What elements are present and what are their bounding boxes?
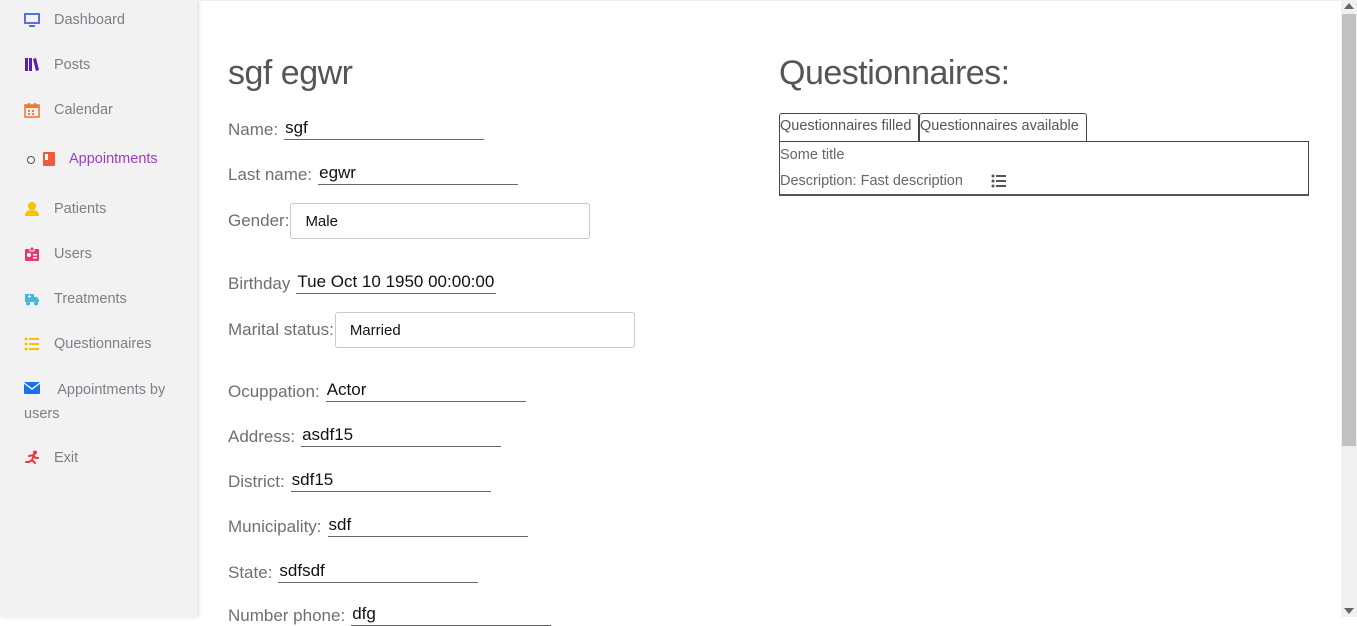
- envelope-icon: [23, 380, 41, 396]
- sidebar-item-users[interactable]: Users: [24, 246, 92, 262]
- books-icon: [24, 57, 40, 73]
- field-state: State: sdfsdf: [228, 561, 479, 583]
- questionnaires-title: Questionnaires:: [779, 54, 1010, 92]
- phone-label: Number phone:: [228, 606, 346, 625]
- sidebar-item-exit[interactable]: Exit: [24, 450, 78, 466]
- monitor-icon: [24, 12, 40, 28]
- field-district: District: sdf15: [228, 470, 491, 492]
- sidebar-item-appointments-by-users[interactable]: Appointments by users: [23, 378, 197, 426]
- truck-icon: [24, 291, 40, 307]
- scroll-down-arrow-icon[interactable]: [1344, 608, 1354, 614]
- book-icon: [41, 151, 57, 167]
- running-icon: [24, 450, 40, 466]
- address-label: Address:: [228, 427, 296, 446]
- field-occupation: Ocuppation: Actor: [228, 380, 526, 402]
- sidebar-item-patients[interactable]: Patients: [24, 201, 106, 217]
- sidebar-item-label: Posts: [54, 57, 91, 73]
- birthday-value: Tue Oct 10 1950 00:00:00: [296, 272, 497, 294]
- field-name: Name: sgf: [228, 118, 485, 140]
- sidebar-item-treatments[interactable]: Treatments: [24, 291, 127, 307]
- sidebar-item-label: Users: [54, 246, 92, 262]
- tab-questionnaires-filled[interactable]: Questionnaires filled: [779, 113, 919, 142]
- user-icon: [24, 201, 40, 217]
- sidebar-item-appointments[interactable]: Appointments: [27, 151, 158, 167]
- phone-value: dfg: [351, 604, 552, 626]
- state-value: sdfsdf: [278, 561, 479, 583]
- scroll-up-arrow-icon[interactable]: [1344, 3, 1354, 9]
- occupation-label: Ocuppation:: [228, 382, 320, 401]
- field-gender: Gender: Male: [228, 203, 591, 239]
- scroll-thumb[interactable]: [1342, 14, 1356, 446]
- marital-status-select[interactable]: Married: [334, 312, 635, 348]
- sidebar-item-questionnaires[interactable]: Questionnaires: [24, 336, 152, 352]
- occupation-value: Actor: [325, 380, 526, 402]
- sidebar-item-label: Questionnaires: [54, 336, 152, 352]
- field-last-name: Last name: egwr: [228, 163, 519, 185]
- scrollbar[interactable]: [1341, 0, 1357, 617]
- page-title: sgf egwr: [228, 54, 353, 92]
- name-label: Name:: [228, 120, 279, 139]
- district-label: District:: [228, 472, 285, 491]
- questionnaire-tabs: Questionnaires filled Questionnaires ava…: [779, 113, 1087, 142]
- field-municipality: Municipality: sdf: [228, 515, 528, 537]
- birthday-label: Birthday: [228, 274, 291, 293]
- gender-label: Gender:: [228, 211, 290, 230]
- last-name-value: egwr: [318, 163, 519, 185]
- sidebar-item-label: Appointments: [69, 151, 158, 167]
- questionnaire-title: Some title: [780, 147, 845, 163]
- district-value: sdf15: [290, 470, 491, 492]
- tab-questionnaires-available[interactable]: Questionnaires available: [919, 113, 1087, 142]
- state-label: State:: [228, 563, 273, 582]
- field-birthday: Birthday Tue Oct 10 1950 00:00:00: [228, 272, 497, 294]
- last-name-label: Last name:: [228, 165, 313, 184]
- sidebar-item-label: Dashboard: [54, 12, 125, 28]
- questionnaire-list-item: Some title Description: Fast description: [779, 141, 1309, 196]
- field-marital-status: Marital status: Married: [228, 312, 635, 348]
- municipality-label: Municipality:: [228, 517, 322, 536]
- sidebar-item-label: Treatments: [54, 291, 127, 307]
- sidebar-item-label: Calendar: [54, 102, 113, 118]
- sidebar-item-posts[interactable]: Posts: [24, 57, 90, 73]
- sidebar-item-label: Patients: [54, 201, 107, 217]
- sidebar-item-label: Appointments by users: [24, 382, 166, 422]
- sidebar: Dashboard Posts Calendar Appointments Pa…: [0, 0, 197, 617]
- field-address: Address: asdf15: [228, 425, 502, 447]
- sidebar-item-calendar[interactable]: Calendar: [24, 102, 113, 118]
- marital-status-label: Marital status:: [228, 320, 334, 339]
- field-phone: Number phone: dfg: [228, 604, 552, 626]
- id-card-icon: [24, 246, 40, 262]
- sidebar-item-label: Exit: [54, 450, 79, 466]
- list-details-icon[interactable]: [991, 173, 1007, 189]
- name-value: sgf: [284, 118, 485, 140]
- main-content: sgf egwr Name: sgf Last name: egwr Gende…: [199, 0, 1341, 626]
- questionnaire-description: Description: Fast description: [780, 173, 963, 189]
- list-icon: [24, 336, 40, 352]
- gender-select[interactable]: Male: [290, 203, 591, 239]
- sidebar-item-dashboard[interactable]: Dashboard: [24, 12, 125, 28]
- calendar-icon: [24, 102, 40, 118]
- municipality-value: sdf: [327, 515, 528, 537]
- bullet-icon: [27, 156, 35, 164]
- address-value: asdf15: [301, 425, 502, 447]
